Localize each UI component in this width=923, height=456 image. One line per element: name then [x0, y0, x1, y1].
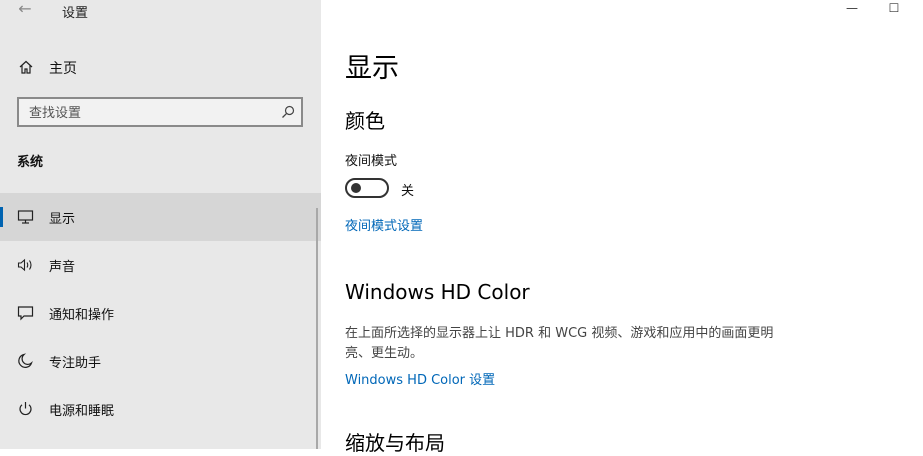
back-arrow-icon: ← [18, 0, 32, 18]
app-title: 设置 [62, 6, 89, 21]
notification-icon [17, 306, 34, 321]
toggle-knob [351, 183, 361, 193]
moon-icon [18, 353, 33, 368]
search-icon[interactable] [281, 105, 295, 119]
main-content: — ☐ 显示 颜色 夜间模式 关 夜间模式设置 Windows HD Color… [321, 0, 923, 455]
monitor-icon [17, 210, 34, 224]
search-box [17, 97, 303, 127]
sidebar-item-notifications[interactable]: 通知和操作 [0, 289, 321, 337]
sidebar-item-label: 电源和睡眠 [49, 404, 115, 419]
sidebar-item-label: 声音 [49, 260, 76, 275]
hd-color-settings-link[interactable]: Windows HD Color 设置 [345, 369, 495, 388]
maximize-icon: ☐ [888, 1, 900, 15]
section-heading-scale-layout: 缩放与布局 [345, 431, 445, 455]
sidebar: ← 设置 主页 系统 显示 声音 [0, 0, 321, 449]
back-button[interactable]: ← [14, 0, 36, 20]
sidebar-item-power-sleep[interactable]: 电源和睡眠 [0, 385, 321, 433]
night-light-settings-link[interactable]: 夜间模式设置 [345, 215, 423, 234]
maximize-button[interactable]: ☐ [884, 0, 904, 18]
sidebar-item-label: 专注助手 [49, 356, 102, 371]
search-input[interactable] [27, 102, 271, 124]
sidebar-item-home[interactable]: 主页 [0, 52, 321, 82]
sidebar-item-label: 显示 [49, 212, 76, 227]
section-heading-color: 颜色 [345, 109, 385, 133]
sidebar-item-label: 通知和操作 [49, 308, 115, 323]
hd-color-description: 在上面所选择的显示器上让 HDR 和 WCG 视频、游戏和应用中的画面更明亮、更… [345, 326, 774, 361]
sidebar-item-sound[interactable]: 声音 [0, 241, 321, 289]
section-heading-hd-color: Windows HD Color [345, 280, 530, 304]
page-title: 显示 [345, 53, 399, 84]
home-icon [19, 60, 33, 74]
sidebar-item-label: 主页 [49, 61, 77, 77]
active-indicator [0, 207, 3, 227]
sidebar-item-display[interactable]: 显示 [0, 193, 321, 241]
power-icon [19, 402, 32, 416]
night-light-toggle[interactable] [345, 178, 389, 198]
minimize-button[interactable]: — [842, 0, 862, 18]
section-label-system: 系统 [17, 155, 44, 170]
speaker-icon [17, 258, 32, 272]
night-light-label: 夜间模式 [345, 154, 398, 169]
minimize-icon: — [846, 1, 858, 15]
title-bar: ← 设置 [0, 0, 321, 22]
sidebar-scrollbar[interactable] [316, 208, 318, 449]
sidebar-item-focus-assist[interactable]: 专注助手 [0, 337, 321, 385]
night-light-state: 关 [401, 184, 415, 199]
